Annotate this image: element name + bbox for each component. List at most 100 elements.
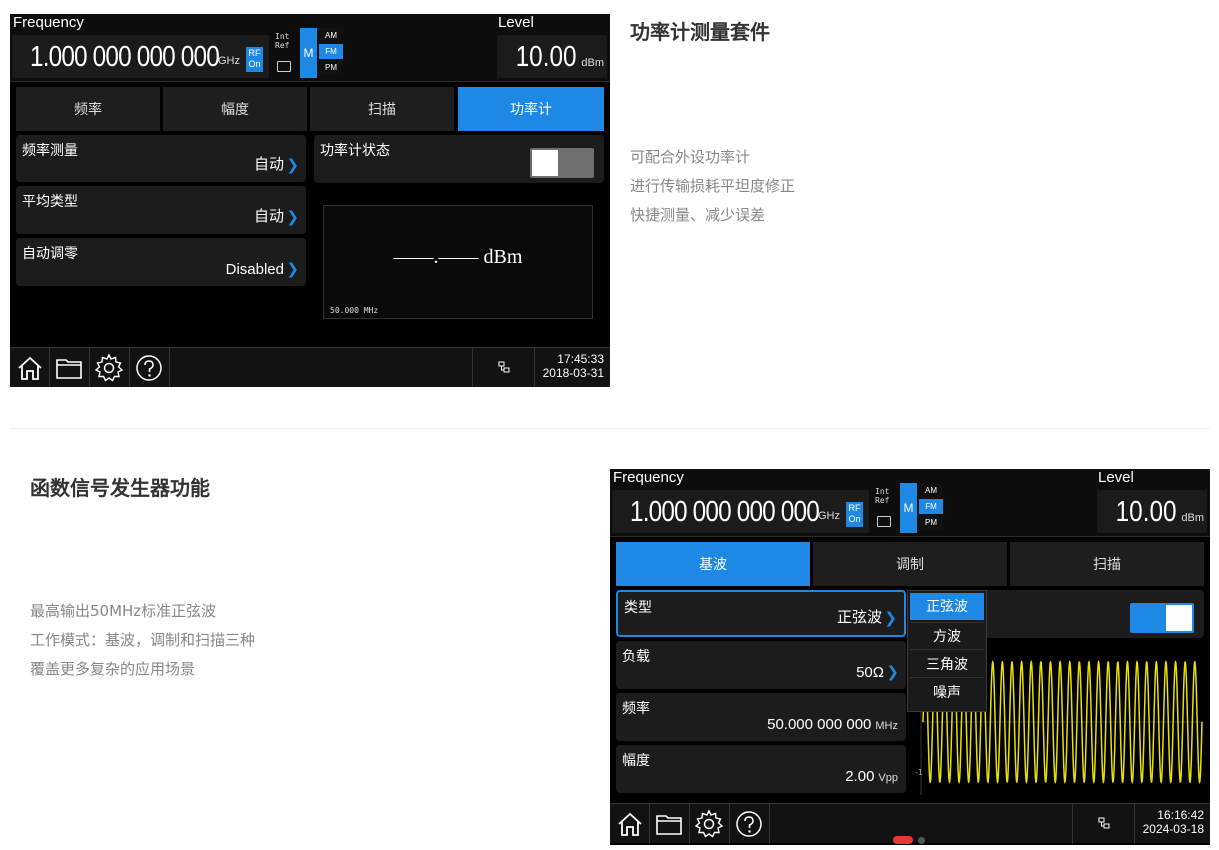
output-toggle[interactable]	[1130, 603, 1194, 633]
power-meter-state-panel: 功率计状态	[314, 135, 604, 183]
status-header: Frequency 1.000 000 000 000 GHz RF On In…	[610, 469, 1210, 537]
clock-date: 2018-03-31	[542, 366, 604, 380]
ref-label: Ref	[275, 41, 290, 50]
tab-power-meter[interactable]: 功率计	[458, 87, 604, 131]
modulation-master-badge[interactable]: M	[900, 483, 917, 533]
gear-icon[interactable]	[93, 352, 125, 384]
modulation-indicators: AM FM PM	[919, 483, 943, 531]
tab-modulation[interactable]: 调制	[813, 542, 1007, 586]
instrument-screen-function-generator: Frequency 1.000 000 000 000 GHz RF On In…	[610, 469, 1210, 845]
param-value: 50Ω	[856, 664, 884, 681]
param-average-type[interactable]: 平均类型 自动 ❯	[16, 186, 306, 234]
param-amplitude[interactable]: 幅度 2.00 Vpp	[616, 745, 906, 793]
tab-amplitude[interactable]: 幅度	[163, 87, 307, 131]
param-value: 自动	[253, 156, 284, 173]
help-icon[interactable]	[133, 352, 165, 384]
modulation-master-badge[interactable]: M	[300, 28, 317, 78]
int-ref-indicator: Int Ref	[275, 32, 289, 50]
param-name: 频率	[622, 700, 650, 716]
axis-label-neg: -1	[915, 768, 923, 777]
bottom-toolbar: 17:45:33 2018-03-31	[10, 347, 610, 387]
clock-time: 16:16:42	[1157, 808, 1204, 822]
param-unit: Vpp	[878, 772, 898, 784]
level-label: Level	[498, 14, 534, 31]
mod-fm: FM	[319, 44, 343, 59]
param-name: 自动调零	[22, 245, 78, 261]
param-auto-zero[interactable]: 自动调零 Disabled ❯	[16, 238, 306, 286]
folder-icon[interactable]	[653, 808, 685, 840]
frequency-unit: GHz	[218, 55, 240, 67]
frequency-label: Frequency	[613, 469, 684, 486]
frequency-unit: GHz	[818, 510, 840, 522]
folder-icon[interactable]	[53, 352, 85, 384]
int-label: Int	[875, 487, 890, 496]
home-icon[interactable]	[614, 808, 646, 840]
desc-line: 进行传输损耗平坦度修正	[630, 177, 796, 195]
dropdown-option-triangle[interactable]: 三角波	[910, 649, 984, 677]
desc-line: 可配合外设功率计	[630, 148, 751, 166]
param-unit: MHz	[875, 720, 898, 732]
network-icon	[1098, 817, 1110, 829]
chevron-right-icon: ❯	[886, 664, 899, 681]
instrument-screen-power-meter: Frequency 1.000 000 000 000 GHz RF On In…	[10, 14, 610, 387]
power-reading-value: ——.—— dBm	[393, 246, 523, 268]
level-value: 10.00	[1116, 496, 1177, 528]
home-icon[interactable]	[14, 352, 46, 384]
mod-fm: FM	[919, 499, 943, 514]
section-heading-function-generator: 函数信号发生器功能	[30, 476, 210, 500]
mod-am: AM	[919, 483, 943, 498]
network-icon	[498, 361, 510, 373]
param-name: 频率测量	[22, 142, 78, 158]
desc-line: 最高输出50MHz标准正弦波	[30, 602, 217, 620]
rf-label: RF	[248, 48, 261, 58]
level-display[interactable]: 10.00 dBm	[497, 35, 607, 78]
frequency-display[interactable]: 1.000 000 000 000 GHz RF On	[612, 490, 869, 533]
clock-date: 2024-03-18	[1142, 822, 1204, 836]
section-heading-power-meter: 功率计测量套件	[630, 20, 770, 44]
rf-label: RF	[848, 503, 861, 513]
help-icon[interactable]	[733, 808, 765, 840]
modulation-indicators: AM FM PM	[319, 28, 343, 76]
ref-label: Ref	[875, 496, 890, 505]
desc-line: 快捷测量、减少误差	[630, 206, 766, 224]
gear-icon[interactable]	[693, 808, 725, 840]
frequency-display[interactable]: 1.000 000 000 000 GHz RF On	[12, 35, 269, 78]
param-frequency-measure[interactable]: 频率测量 自动 ❯	[16, 135, 306, 182]
section-description-power-meter: 可配合外设功率计 进行传输损耗平坦度修正 快捷测量、减少误差	[630, 143, 795, 230]
level-value: 10.00	[516, 41, 577, 73]
chevron-right-icon: ❯	[286, 209, 299, 226]
dropdown-option-sine[interactable]: 正弦波	[910, 593, 984, 620]
tab-frequency[interactable]: 频率	[16, 87, 160, 131]
chevron-right-icon: ❯	[286, 157, 299, 174]
rf-status-badge[interactable]: RF On	[846, 502, 863, 527]
tab-sweep[interactable]: 扫描	[1010, 542, 1204, 586]
param-name: 类型	[624, 599, 652, 615]
clock-time: 17:45:33	[557, 352, 604, 366]
rf-state: On	[848, 514, 861, 524]
desc-line: 覆盖更多复杂的应用场景	[30, 660, 196, 678]
dropdown-option-square[interactable]: 方波	[910, 622, 984, 649]
param-value-number: 50.000 000 000	[767, 716, 872, 733]
clock: 16:16:42 2024-03-18	[1143, 808, 1204, 836]
tab-fundamental[interactable]: 基波	[616, 542, 810, 586]
param-load[interactable]: 负载 50Ω ❯	[616, 641, 906, 689]
chevron-right-icon: ❯	[884, 610, 897, 627]
power-meter-toggle[interactable]	[530, 148, 594, 178]
carousel-dot-active[interactable]	[893, 836, 913, 844]
level-display[interactable]: 10.00 dBm	[1097, 490, 1207, 533]
level-unit: dBm	[1181, 512, 1204, 524]
param-name: 幅度	[622, 752, 650, 768]
rf-state: On	[248, 59, 261, 69]
section-description-function-generator: 最高输出50MHz标准正弦波 工作模式：基波，调制和扫描三种 覆盖更多复杂的应用…	[30, 597, 255, 684]
power-reading-frequency: 50.000 MHz	[330, 306, 379, 315]
mod-pm: PM	[919, 515, 943, 530]
frequency-label: Frequency	[13, 14, 84, 31]
param-frequency[interactable]: 频率 50.000 000 000 MHz	[616, 693, 906, 741]
param-waveform-type[interactable]: 类型 正弦波 ❯	[616, 590, 906, 637]
param-name: 平均类型	[22, 193, 78, 209]
int-label: Int	[275, 32, 290, 41]
tab-sweep[interactable]: 扫描	[310, 87, 454, 131]
dropdown-option-noise[interactable]: 噪声	[910, 677, 984, 705]
rf-status-badge[interactable]: RF On	[246, 47, 263, 72]
carousel-dot[interactable]	[918, 837, 925, 844]
